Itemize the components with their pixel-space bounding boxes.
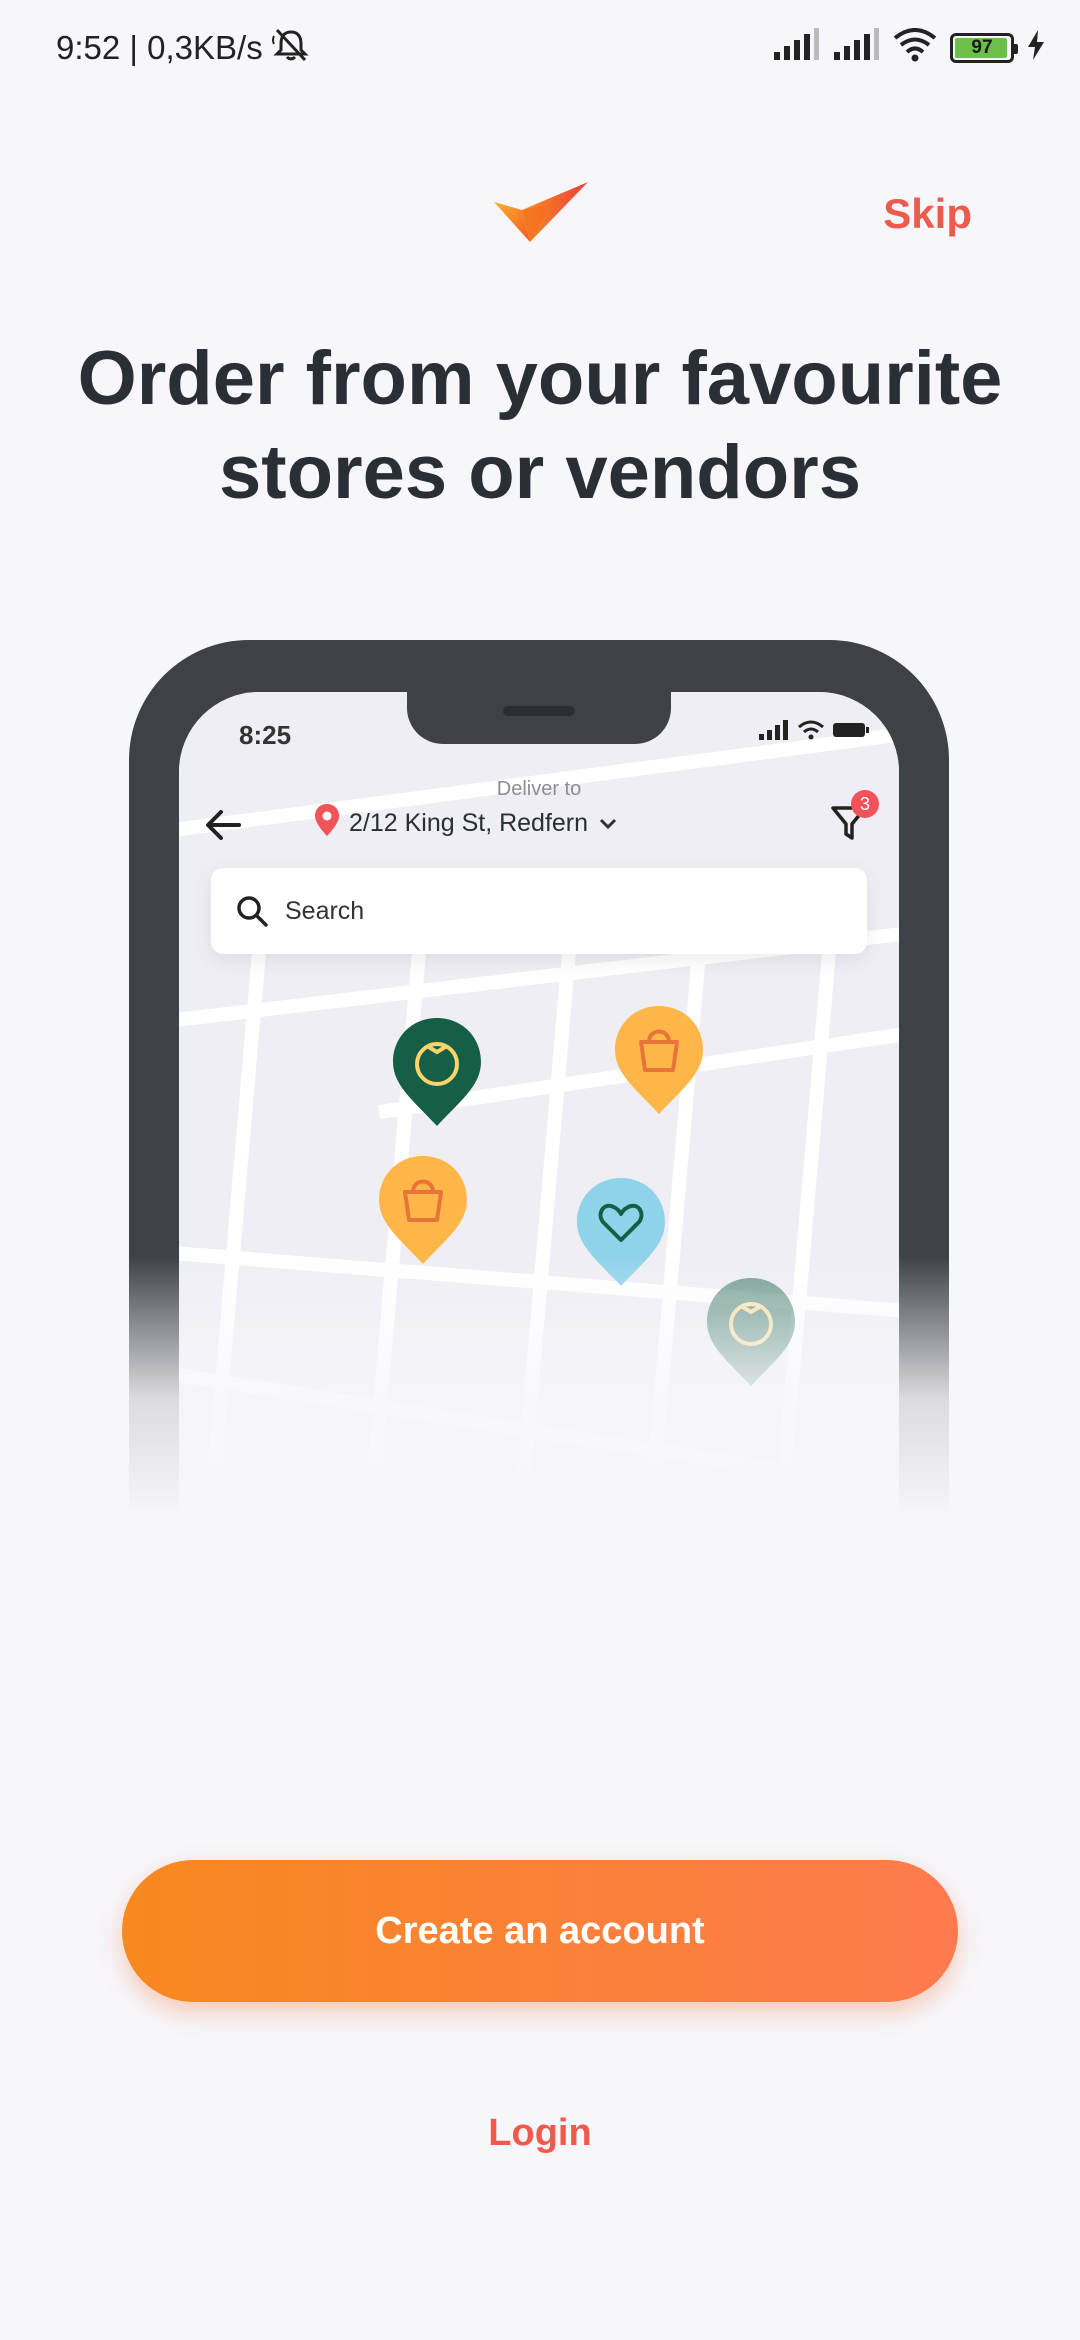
phone-illustration: 8:25 Deliver to 2/12 King St, Redfern 3 … (115, 636, 965, 1516)
map-pin-tomato-icon (391, 1016, 483, 1133)
phone-time: 8:25 (239, 720, 292, 750)
brand-logo-icon (492, 180, 590, 250)
search-placeholder: Search (285, 896, 365, 925)
title-line-2: stores or vendors (219, 430, 861, 515)
phone-notch (407, 692, 671, 744)
phone-status-icons (759, 720, 869, 745)
battery-cap (1014, 43, 1018, 54)
wifi-icon (892, 28, 938, 67)
map-pin-bag-icon (613, 1004, 705, 1121)
charging-icon (1026, 30, 1046, 65)
search-icon (235, 894, 269, 928)
signal-icon (772, 28, 820, 67)
status-left: 9:52 | 0,3KB/s (56, 26, 311, 70)
status-bar: 9:52 | 0,3KB/s 97 (0, 0, 1080, 96)
page-title: Order from your favourite stores or vend… (0, 332, 1080, 520)
status-right: 97 (772, 28, 1046, 67)
battery-icon (833, 721, 869, 744)
search-bar: Search (211, 868, 867, 954)
create-account-button[interactable]: Create an account (122, 1860, 958, 2002)
address-row: 2/12 King St, Redfern (315, 804, 618, 843)
status-time: 9:52 | 0,3KB/s (56, 29, 263, 66)
login-button[interactable]: Login (0, 2112, 1080, 2155)
location-pin-icon (315, 804, 339, 843)
chevron-down-icon (598, 809, 618, 838)
phone-speaker (503, 706, 575, 716)
back-arrow-icon (203, 808, 243, 847)
battery-level: 97 (971, 36, 993, 58)
skip-button[interactable]: Skip (883, 190, 972, 238)
battery-icon: 97 (950, 32, 1018, 63)
deliver-to-label: Deliver to (496, 778, 582, 800)
map-pin-bag-icon (377, 1154, 469, 1271)
alarm-off-icon (271, 26, 311, 70)
signal-icon (832, 28, 880, 67)
title-line-1: Order from your favourite (77, 336, 1003, 421)
address-text: 2/12 King St, Redfern (349, 809, 589, 837)
signal-icon (759, 720, 789, 745)
filter-badge: 3 (851, 790, 879, 818)
illustration-fade (115, 1256, 965, 1516)
wifi-icon (797, 720, 825, 745)
filter-icon: 3 (829, 790, 879, 847)
